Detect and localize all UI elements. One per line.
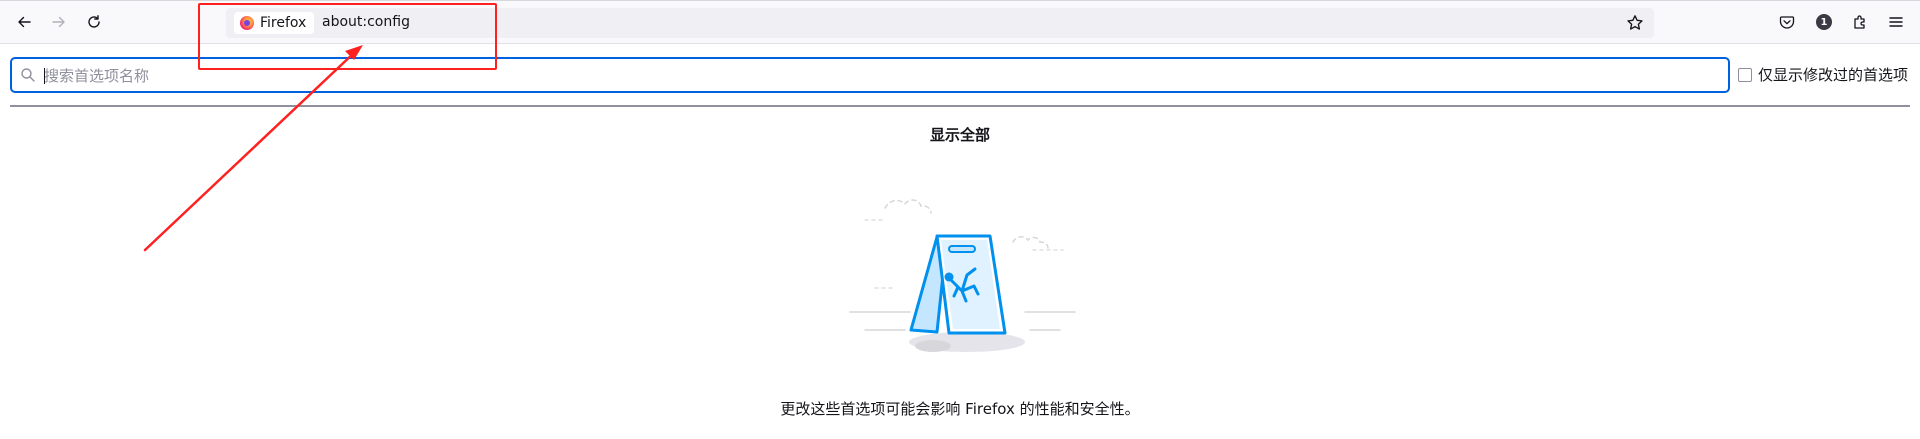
pocket-icon	[1779, 16, 1795, 29]
browser-toolbar: Firefox about:config 1	[0, 0, 1920, 44]
account-badge-icon: 1	[1816, 14, 1832, 30]
account-button[interactable]: 1	[1810, 8, 1838, 36]
star-icon[interactable]	[1626, 14, 1644, 32]
identity-box[interactable]: Firefox	[234, 12, 315, 34]
puzzle-icon	[1854, 15, 1865, 29]
text-caret	[44, 68, 45, 84]
reload-button[interactable]	[80, 8, 108, 36]
app-menu-button[interactable]	[1882, 8, 1910, 36]
search-icon	[21, 68, 35, 82]
warning-message: 更改这些首选项可能会影响 Firefox 的性能和安全性。	[780, 400, 1140, 418]
url-text[interactable]: about:config	[322, 14, 410, 30]
arrow-right-icon	[52, 16, 65, 28]
search-divider	[10, 105, 1910, 107]
show-only-modified-label: 仅显示修改过的首选项	[1758, 66, 1909, 84]
identity-label: Firefox	[260, 15, 307, 31]
tab-strip-edge	[0, 0, 1920, 1]
extensions-button[interactable]	[1846, 8, 1874, 36]
url-bar[interactable]: Firefox about:config	[226, 8, 1654, 38]
pocket-button[interactable]	[1773, 8, 1801, 36]
show-only-modified-toggle[interactable]: 仅显示修改过的首选项	[1738, 64, 1908, 85]
preference-search-box[interactable]	[10, 57, 1730, 93]
hamburger-menu-icon	[1889, 17, 1903, 27]
caution-sign-illustration	[849, 199, 1076, 352]
preference-search-input[interactable]	[42, 61, 1706, 91]
reload-icon	[88, 15, 100, 28]
firefox-logo-icon	[240, 16, 254, 30]
forward-button[interactable]	[45, 8, 73, 36]
show-all-button[interactable]: 显示全部	[0, 124, 1920, 145]
arrow-left-icon	[18, 16, 31, 28]
back-button[interactable]	[10, 8, 38, 36]
show-only-modified-checkbox[interactable]	[1738, 67, 1752, 82]
